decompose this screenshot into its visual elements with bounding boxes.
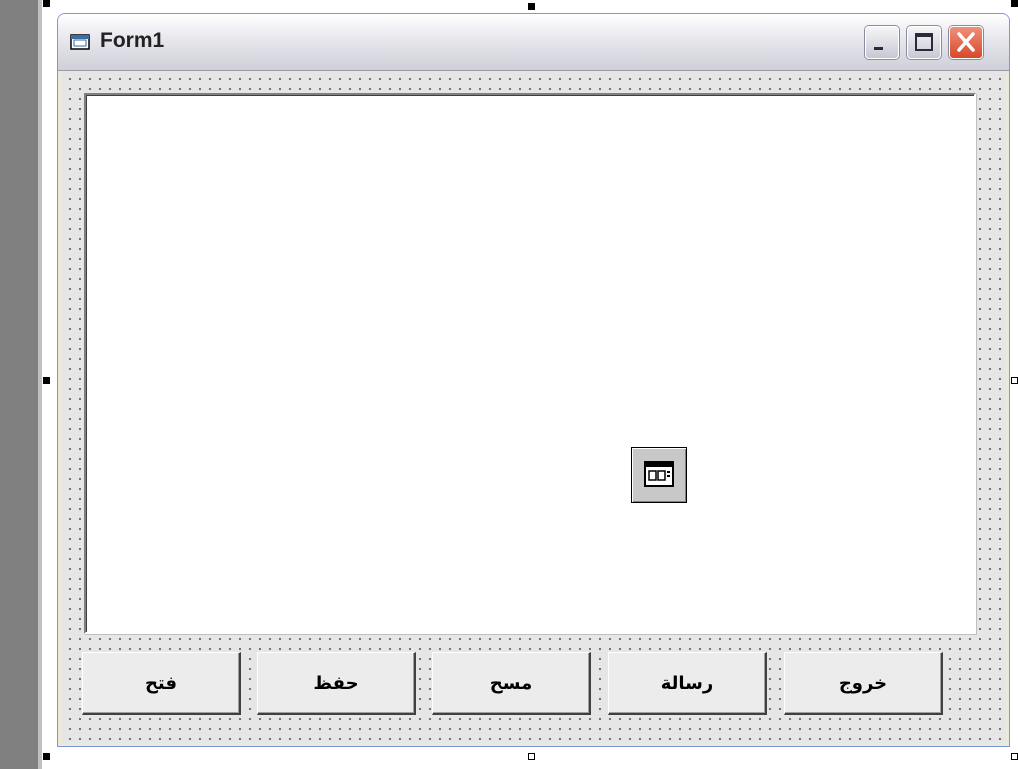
selection-handle-top-right[interactable]: [1011, 0, 1018, 7]
selection-handle-middle-left[interactable]: [43, 377, 50, 384]
designer-left-strip: [0, 0, 38, 769]
selection-handle-middle-right[interactable]: [1011, 377, 1018, 384]
component-icon[interactable]: [631, 447, 687, 503]
selection-handle-bottom-left[interactable]: [43, 753, 50, 760]
exit-button[interactable]: خروج: [784, 652, 943, 715]
clear-button[interactable]: مسح: [432, 652, 591, 715]
maximize-icon: [915, 33, 933, 51]
selection-handle-top-middle[interactable]: [528, 3, 535, 10]
minimize-button[interactable]: [865, 26, 899, 59]
form-client-area[interactable]: فتح حفظ مسح رسالة خروج: [62, 71, 1005, 743]
selection-handle-bottom-middle[interactable]: [528, 753, 535, 760]
selection-handle-bottom-right[interactable]: [1011, 753, 1018, 760]
open-button[interactable]: فتح: [82, 652, 241, 715]
minimize-icon: [874, 47, 883, 50]
form-window[interactable]: Form1 فتح حفظ مسح رسالة خروج: [57, 13, 1010, 747]
designer-left-edge: [38, 0, 42, 769]
close-button[interactable]: [949, 26, 983, 59]
close-icon: [957, 32, 975, 52]
form-icon: [70, 34, 90, 50]
window-title: Form1: [100, 29, 165, 52]
title-bar[interactable]: Form1: [58, 14, 1009, 71]
selection-handle-top-left[interactable]: [43, 0, 50, 7]
message-button[interactable]: رسالة: [608, 652, 767, 715]
component-glyph-icon: [644, 461, 674, 487]
save-button[interactable]: حفظ: [257, 652, 416, 715]
text-area[interactable]: [84, 93, 976, 634]
maximize-button[interactable]: [907, 26, 941, 59]
